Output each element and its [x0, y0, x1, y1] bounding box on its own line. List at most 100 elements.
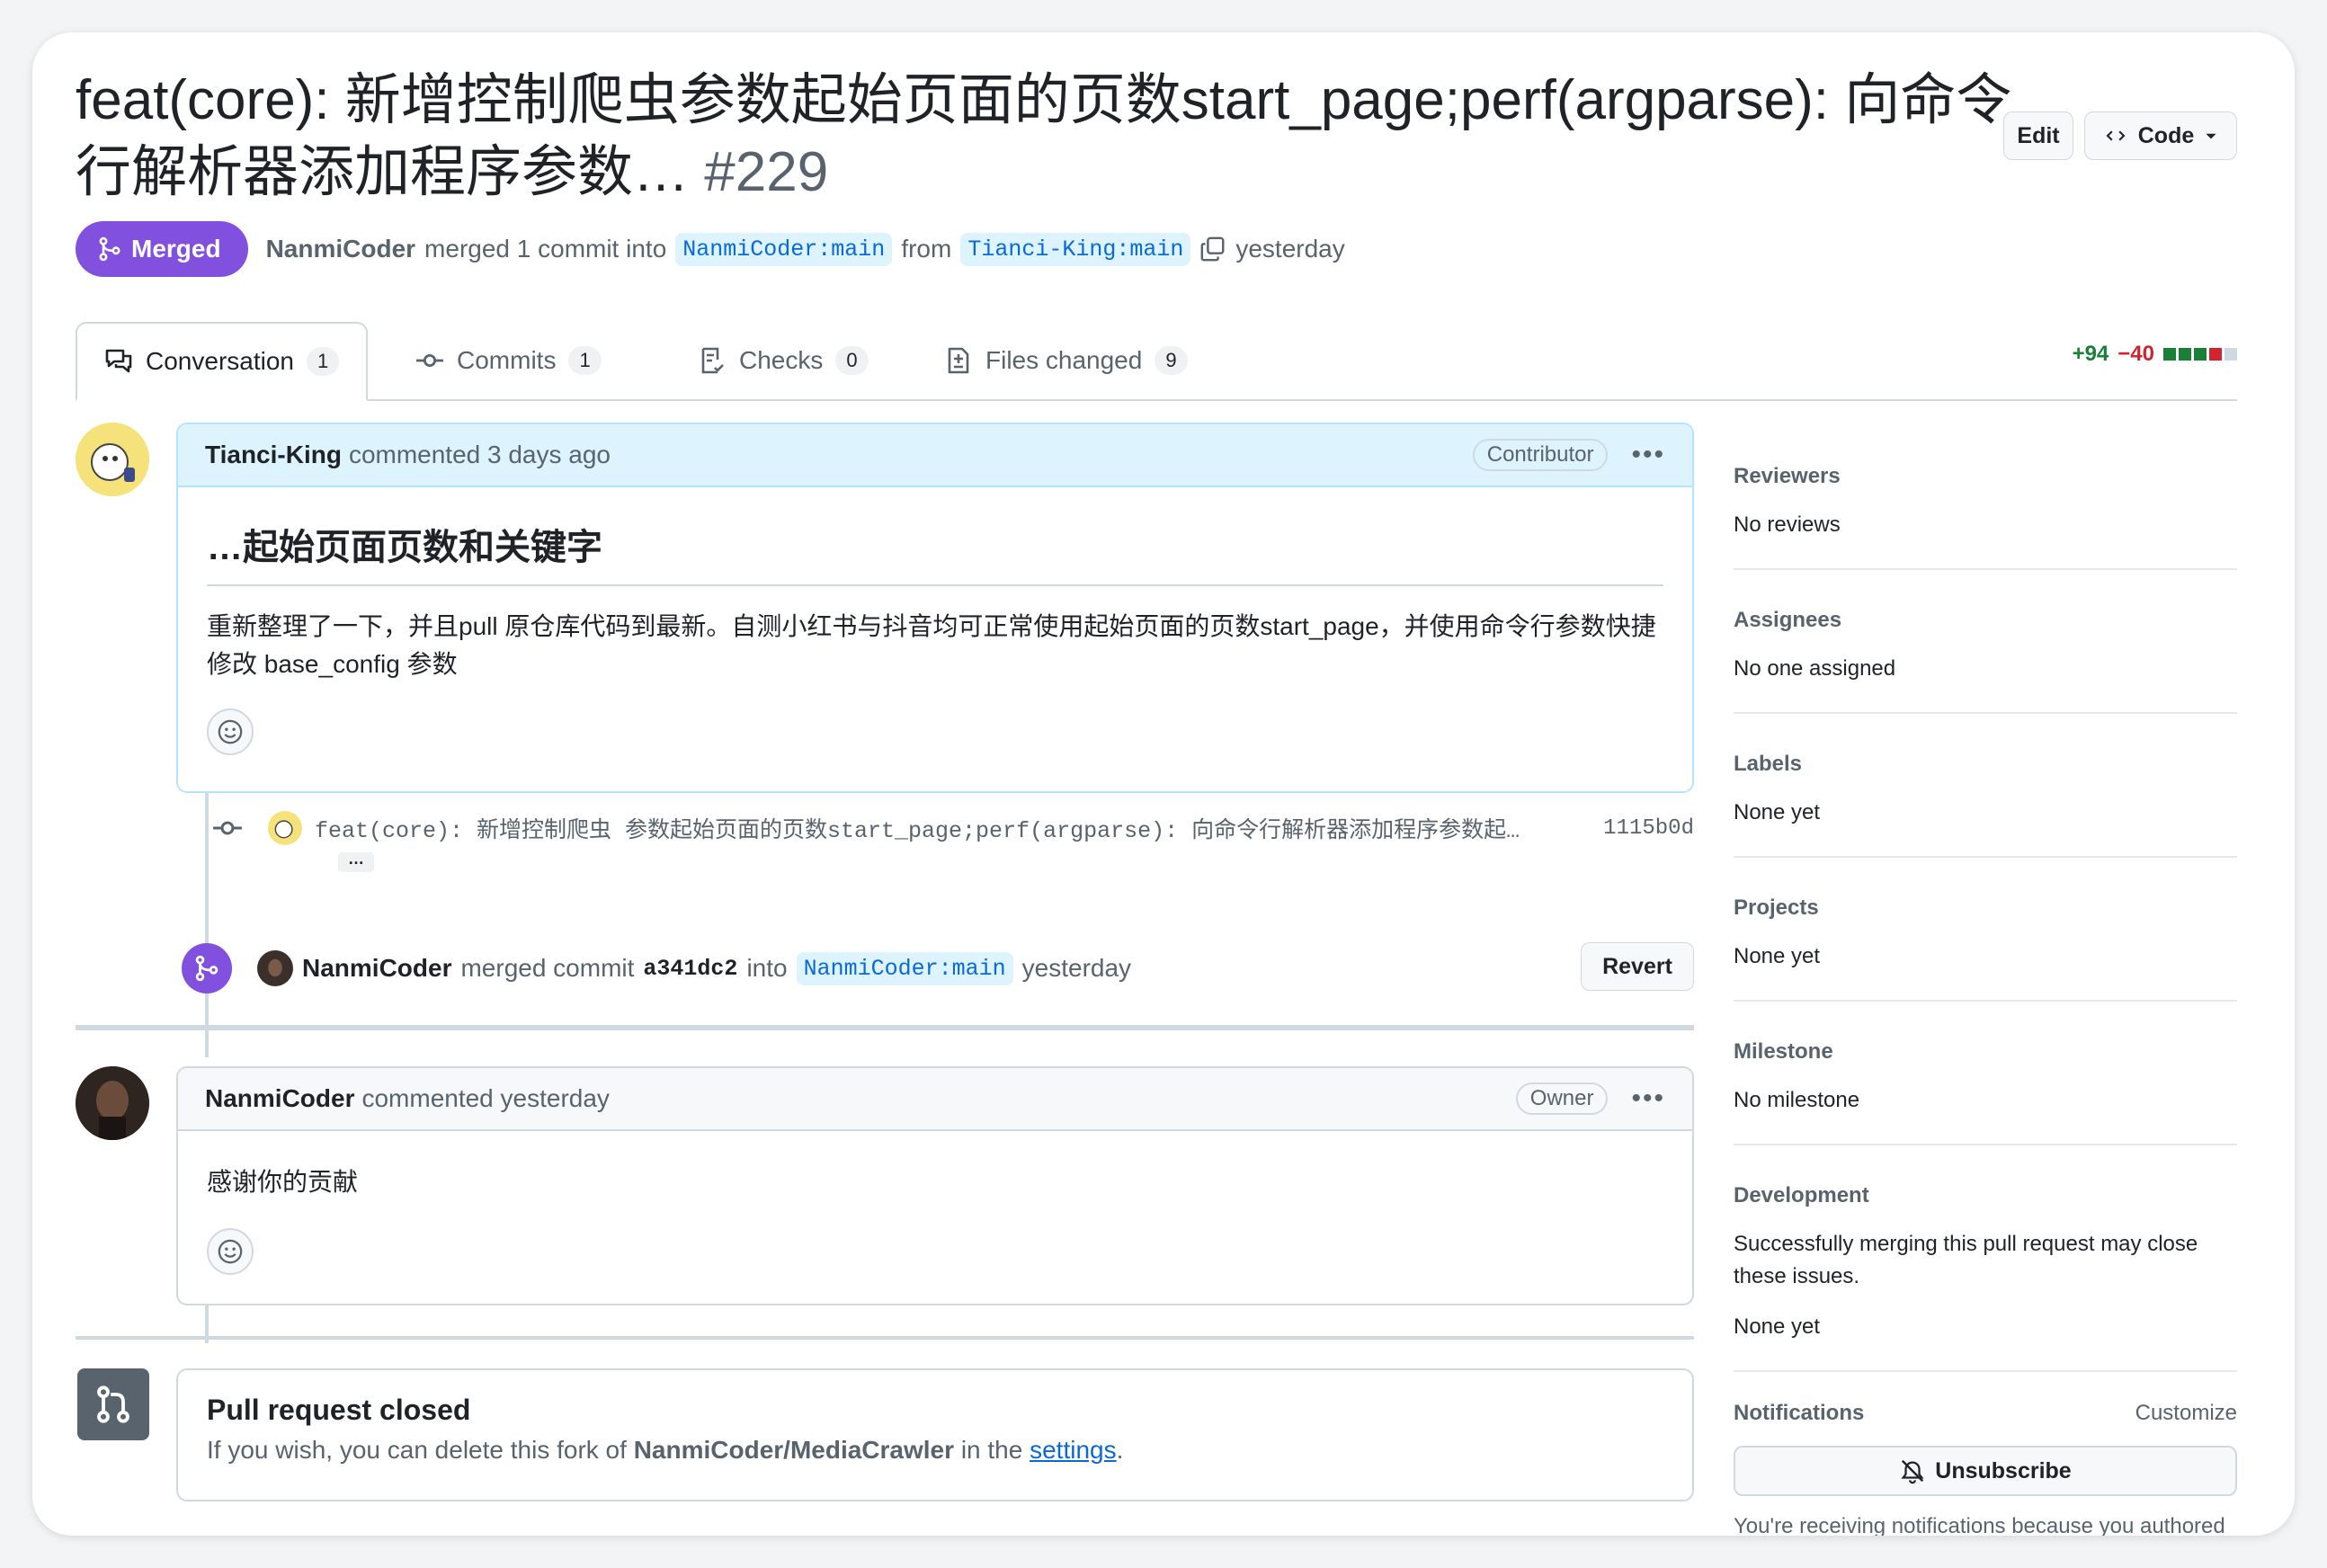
comment-meta[interactable]: commented 3 days ago	[349, 441, 611, 469]
sidebar-title[interactable]: Development	[1734, 1183, 2237, 1208]
kebab-menu-icon[interactable]: •••	[1631, 440, 1665, 470]
avatar-image	[76, 423, 149, 496]
avatar[interactable]	[268, 811, 302, 845]
tab-label: Commits	[457, 346, 557, 374]
page-title: feat(core): 新增控制爬虫参数起始页面的页数start_page;pe…	[76, 65, 2027, 209]
reaction-button[interactable]	[207, 1228, 254, 1275]
comment-discussion-icon	[105, 349, 132, 373]
pr-number: #229	[704, 141, 829, 203]
unsubscribe-label: Unsubscribe	[1935, 1457, 2072, 1483]
reaction-button[interactable]	[207, 708, 254, 755]
bell-slash-icon	[1901, 1459, 1924, 1484]
merge-event-time[interactable]: yesterday	[1022, 954, 1131, 983]
notifications-title: Notifications	[1734, 1401, 1865, 1425]
unsubscribe-button[interactable]: Unsubscribe	[1734, 1446, 2237, 1496]
git-pull-request-icon	[97, 1385, 129, 1423]
sidebar-notifications: Notifications Customize Unsubscribe You'r…	[1734, 1397, 2237, 1536]
sidebar-milestone: Milestone No milestone	[1734, 1027, 2237, 1145]
tab-conversation[interactable]: Conversation 1	[76, 322, 369, 401]
comment-card: Tianci-King commented 3 days ago Contrib…	[176, 423, 1694, 793]
tab-checks[interactable]: Checks 0	[698, 322, 869, 399]
merge-user[interactable]: NanmiCoder	[302, 954, 451, 983]
edit-button[interactable]: Edit	[2003, 111, 2073, 160]
settings-link[interactable]: settings	[1030, 1436, 1117, 1464]
role-badge: Contributor	[1472, 439, 1609, 471]
timeline-line	[205, 788, 209, 1057]
pr-sidebar: Reviewers No reviews Assignees No one as…	[1734, 451, 2237, 1536]
merge-target-branch[interactable]: NanmiCoder:main	[796, 951, 1013, 985]
title-text: feat(core): 新增控制爬虫参数起始页面的页数start_page;pe…	[76, 69, 2012, 203]
sidebar-value: None yet	[1734, 800, 1821, 824]
sidebar-title[interactable]: Labels	[1734, 752, 2237, 777]
closed-text-end: .	[1116, 1436, 1124, 1464]
comment-author[interactable]: Tianci-King	[205, 441, 342, 469]
tab-counter: 0	[835, 346, 869, 375]
comment-text: 重新整理了一下，并且pull 原仓库代码到最新。自测小红书与抖音均可正常使用起始…	[207, 612, 1656, 678]
tab-counter: 1	[568, 346, 602, 375]
merge-commit-hash[interactable]: a341dc2	[643, 956, 737, 982]
sidebar-value: None yet	[1734, 1314, 1821, 1339]
code-button-label: Code	[2137, 122, 2195, 148]
tab-label: Files changed	[985, 346, 1143, 374]
additions-count: +94	[2072, 342, 2109, 366]
sidebar-title[interactable]: Assignees	[1734, 608, 2237, 633]
sidebar-value: No milestone	[1734, 1088, 1860, 1112]
git-merge-icon	[195, 955, 218, 982]
expand-commit-button[interactable]: …	[338, 851, 374, 872]
commit-message[interactable]: feat(core): 新增控制爬虫 参数起始页面的页数start_page;p…	[315, 812, 1520, 844]
repo-name: NanmiCoder/MediaCrawler	[633, 1436, 955, 1464]
comment-heading: …起始页面页数和关键字	[207, 505, 1663, 586]
merger-link[interactable]: NanmiCoder	[266, 235, 415, 263]
avatar[interactable]	[76, 423, 149, 496]
tab-label: Checks	[739, 346, 824, 374]
tab-files-changed[interactable]: Files changed 9	[944, 322, 1188, 399]
git-commit-icon	[213, 821, 242, 835]
sidebar-assignees: Assignees No one assigned	[1734, 595, 2237, 714]
closed-badge	[77, 1368, 149, 1440]
merge-action-text: merged 1 commit into	[424, 235, 667, 263]
sidebar-title[interactable]: Projects	[1734, 895, 2237, 921]
smiley-icon	[218, 1239, 243, 1264]
customize-link[interactable]: Customize	[2135, 1401, 2237, 1426]
comment-header: NanmiCoder commented yesterday Owner •••	[178, 1068, 1692, 1131]
sidebar-note: Successfully merging this pull request m…	[1734, 1232, 2198, 1288]
pr-status-line: Merged NanmiCoder merged 1 commit into N…	[76, 221, 1345, 277]
avatar[interactable]	[76, 1066, 149, 1140]
timeline-divider	[76, 1336, 1694, 1340]
code-button[interactable]: Code	[2084, 111, 2237, 160]
checklist-icon	[701, 347, 724, 374]
pr-tabs: Conversation 1 Commits 1 Checks 0 Files …	[76, 322, 2237, 401]
copy-icon[interactable]	[1199, 236, 1226, 263]
closed-text-mid: in the	[960, 1436, 1023, 1464]
base-branch[interactable]: NanmiCoder:main	[675, 232, 893, 266]
tab-label: Conversation	[146, 347, 294, 375]
commit-hash[interactable]: 1115b0d	[1603, 816, 1694, 841]
merge-time: yesterday	[1235, 235, 1345, 263]
merged-label: Merged	[131, 235, 221, 263]
comment-text: 感谢你的贡献	[207, 1168, 359, 1196]
sidebar-value: None yet	[1734, 944, 1821, 968]
comment-author[interactable]: NanmiCoder	[205, 1084, 354, 1113]
diffstat: +94 −40	[2073, 342, 2237, 367]
sidebar-projects: Projects None yet	[1734, 883, 2237, 1002]
comment-header: Tianci-King commented 3 days ago Contrib…	[178, 424, 1692, 487]
diffstat-blocks	[2163, 348, 2237, 361]
sidebar-development: Development Successfully merging this pu…	[1734, 1171, 2237, 1372]
merge-into-text: into	[746, 954, 788, 982]
timeline-divider	[76, 1025, 1694, 1030]
from-text: from	[901, 235, 952, 263]
closed-text-before: If you wish, you can delete this fork of	[207, 1436, 627, 1464]
comment-meta[interactable]: commented yesterday	[361, 1084, 609, 1113]
revert-button[interactable]: Revert	[1581, 942, 1694, 991]
tab-commits[interactable]: Commits 1	[415, 322, 602, 399]
closed-title: Pull request closed	[207, 1394, 471, 1426]
head-branch[interactable]: Tianci-King:main	[960, 232, 1191, 266]
sidebar-title[interactable]: Milestone	[1734, 1039, 2237, 1065]
sidebar-labels: Labels None yet	[1734, 739, 2237, 858]
comment-card: NanmiCoder commented yesterday Owner •••…	[176, 1066, 1694, 1305]
code-icon	[2106, 130, 2126, 141]
avatar[interactable]	[257, 950, 293, 986]
sidebar-title[interactable]: Reviewers	[1734, 464, 2237, 489]
git-merge-icon	[99, 236, 120, 262]
kebab-menu-icon[interactable]: •••	[1631, 1083, 1665, 1114]
